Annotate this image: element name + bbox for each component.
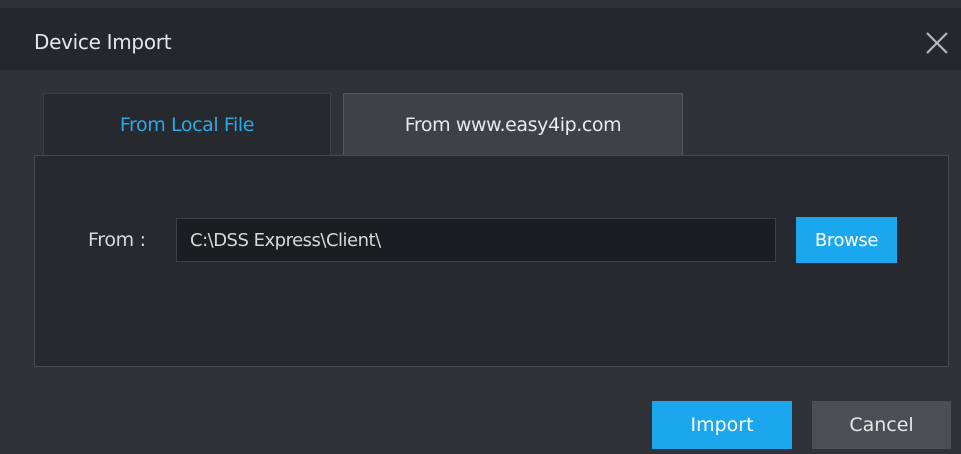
browse-button[interactable]: Browse (796, 217, 897, 263)
tab-from-easy4ip[interactable]: From www.easy4ip.com (343, 93, 683, 155)
dialog-title: Device Import (34, 30, 172, 54)
file-path-input[interactable] (176, 218, 776, 262)
tab-from-local-file[interactable]: From Local File (43, 93, 331, 155)
from-label: From : (88, 229, 146, 251)
cancel-button[interactable]: Cancel (812, 401, 951, 449)
close-icon[interactable] (922, 28, 952, 58)
device-import-dialog: Device Import From Local File From www.e… (0, 0, 961, 454)
import-button[interactable]: Import (652, 401, 792, 449)
dialog-titlebar: Device Import (0, 8, 961, 70)
